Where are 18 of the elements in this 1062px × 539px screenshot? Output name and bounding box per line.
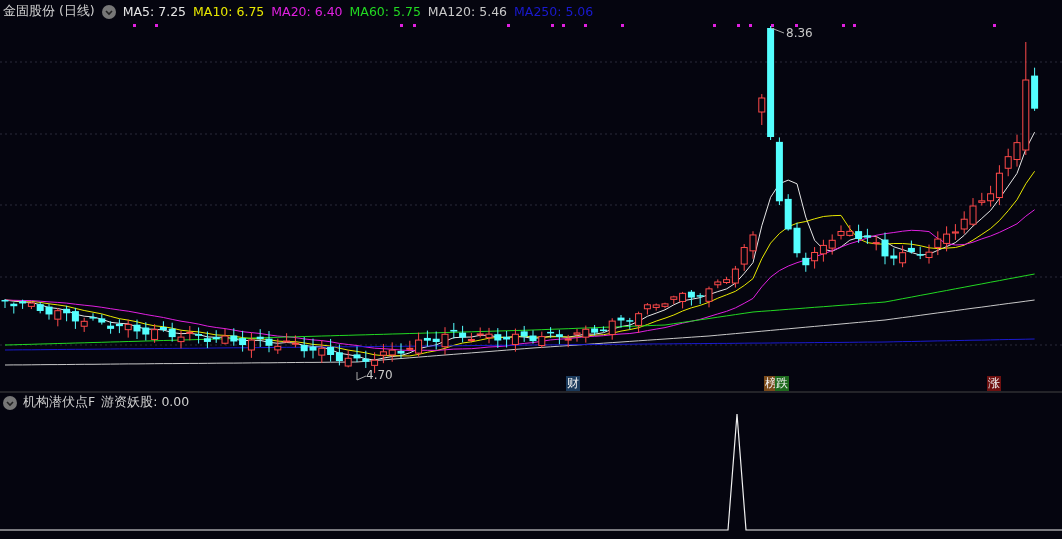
moving-average-reading: MA120: 5.46 [427,4,508,19]
dropdown-icon[interactable] [3,395,17,410]
moving-average-reading: MA20: 6.40 [271,4,343,19]
moving-average-reading: MA60: 5.75 [349,4,421,19]
dropdown-icon[interactable] [101,4,116,19]
chart-title: 金固股份 (日线) [3,3,95,20]
indicator-reading: 游资妖股: 0.00 [101,394,190,411]
event-tag: 涨 [987,376,1001,391]
price-label: 4.70 [366,368,393,382]
event-tag: 跌 [775,376,789,391]
leader-line [770,27,785,34]
leader-line [356,371,367,381]
price-label: 8.36 [786,26,813,40]
moving-average-reading: MA10: 6.75 [193,4,265,19]
indicator-title: 机构潜伏点F [23,394,96,411]
event-tag: 财 [566,376,580,391]
moving-average-reading: MA5: 7.25 [122,4,187,19]
moving-average-reading: MA250: 5.06 [514,4,594,19]
